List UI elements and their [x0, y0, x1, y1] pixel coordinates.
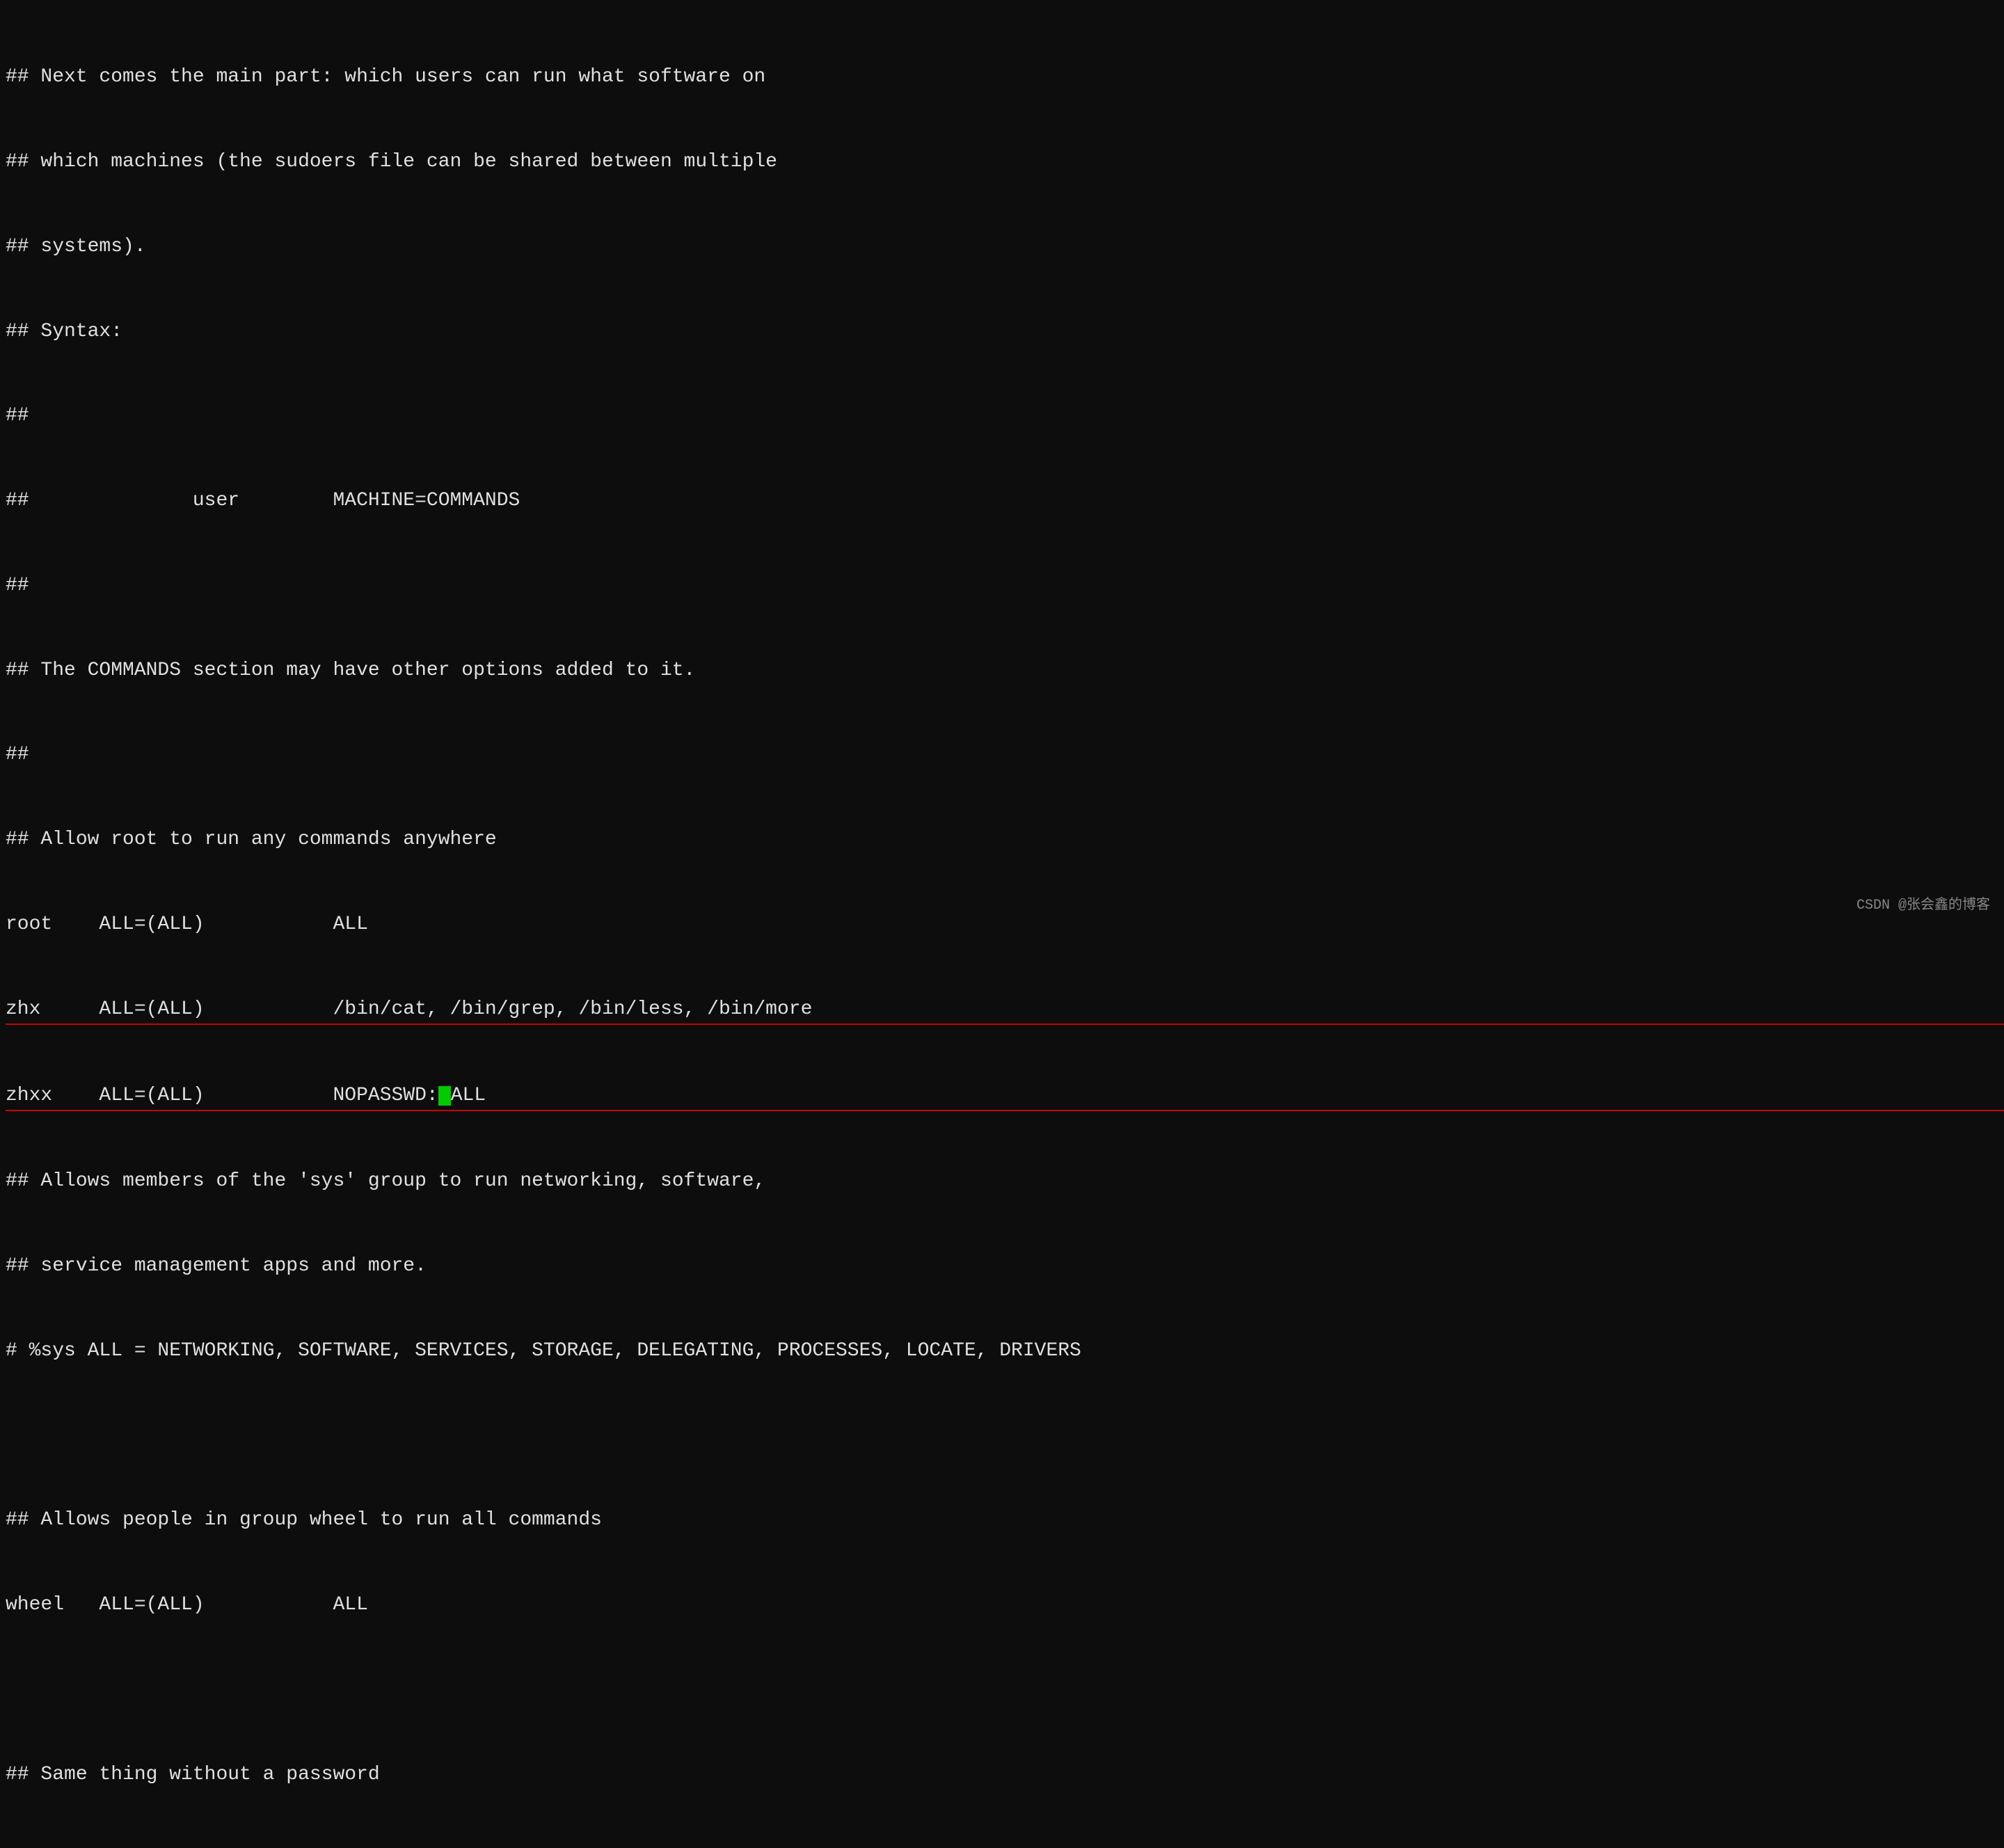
line-8: ## The COMMANDS section may have other o…: [6, 657, 2004, 685]
line-11: root ALL=(ALL) ALL: [6, 911, 2004, 939]
line-17: [6, 1422, 2004, 1451]
line-3: ## systems).: [6, 233, 2004, 262]
line-19: wheel ALL=(ALL) ALL: [6, 1591, 2004, 1620]
line-21: ## Same thing without a password: [6, 1761, 2004, 1790]
line-2: ## which machines (the sudoers file can …: [6, 148, 2004, 177]
line-22: %wheel ALL=(ALL) NOPASSWD: ALL: [6, 1846, 2004, 1848]
line-1: ## Next comes the main part: which users…: [6, 63, 2004, 92]
line-18: ## Allows people in group wheel to run a…: [6, 1506, 2004, 1535]
line-7: ##: [6, 572, 2004, 600]
line-13[interactable]: zhxx ALL=(ALL) NOPASSWD:ALL: [6, 1082, 2004, 1112]
line-14: ## Allows members of the 'sys' group to …: [6, 1168, 2004, 1196]
line-12: zhx ALL=(ALL) /bin/cat, /bin/grep, /bin/…: [6, 996, 2004, 1026]
watermark-text: CSDN @张会鑫的博客: [1856, 895, 1990, 916]
line-15: ## service management apps and more.: [6, 1252, 2004, 1281]
line-9: ##: [6, 741, 2004, 770]
line-4: ## Syntax:: [6, 318, 2004, 346]
text-cursor: [438, 1086, 451, 1106]
line-16: # %sys ALL = NETWORKING, SOFTWARE, SERVI…: [6, 1337, 2004, 1366]
line-5: ##: [6, 402, 2004, 431]
line-10: ## Allow root to run any commands anywhe…: [6, 826, 2004, 854]
line-20: [6, 1676, 2004, 1705]
terminal-content: ## Next comes the main part: which users…: [6, 7, 2004, 1848]
line-6: ## user MACHINE=COMMANDS: [6, 487, 2004, 516]
